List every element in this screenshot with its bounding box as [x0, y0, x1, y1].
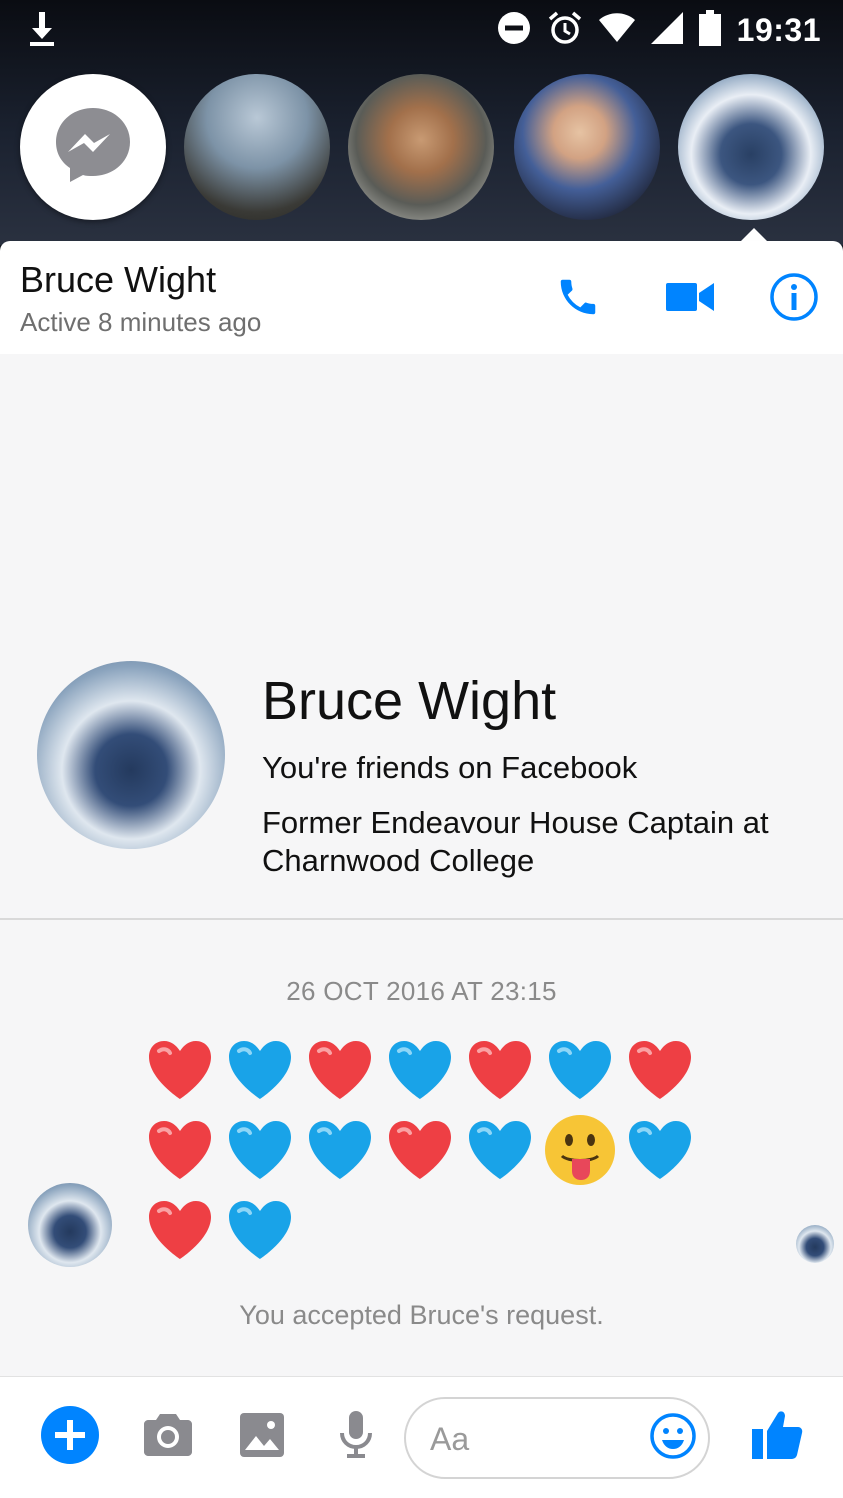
red-heart-emoji: [140, 1190, 220, 1270]
red-heart-emoji: [140, 1110, 220, 1190]
alarm-icon: [547, 10, 583, 51]
tongue-face-emoji: [540, 1110, 620, 1190]
do-not-disturb-icon: [497, 11, 531, 50]
chat-head-bruce-wight[interactable]: [678, 74, 824, 220]
download-icon: [28, 12, 56, 51]
read-receipt-avatar: [796, 1225, 834, 1263]
chat-head-contact-1[interactable]: [184, 74, 330, 220]
message-composer: [0, 1376, 843, 1498]
red-heart-emoji: [140, 1030, 220, 1110]
video-call-button[interactable]: [662, 271, 718, 327]
blue-heart-emoji: [380, 1030, 460, 1110]
messenger-chat-head[interactable]: [20, 74, 166, 220]
profile-name: Bruce Wight: [262, 671, 557, 731]
more-actions-button[interactable]: [40, 1405, 100, 1469]
message-timestamp: 26 OCT 2016 AT 23:15: [286, 976, 557, 1006]
blue-heart-emoji: [620, 1110, 700, 1190]
chat-head-contact-3[interactable]: [514, 74, 660, 220]
chat-heads: [0, 74, 843, 224]
profile-avatar[interactable]: [37, 661, 225, 849]
status-bar: 19:31: [0, 0, 843, 62]
message-input[interactable]: [430, 1413, 630, 1465]
emoji-message[interactable]: [140, 1030, 700, 1270]
voice-call-button[interactable]: [550, 271, 606, 327]
profile-work: Former Endeavour House Captain at Charnw…: [262, 805, 769, 878]
sender-avatar[interactable]: [28, 1183, 112, 1267]
blue-heart-emoji: [220, 1190, 300, 1270]
emoji-row: [140, 1110, 700, 1190]
emoji-button[interactable]: [646, 1411, 700, 1465]
video-camera-icon: [666, 280, 714, 319]
gallery-icon: [240, 1412, 284, 1462]
friendship-status: You're friends on Facebook: [262, 750, 638, 785]
emoji-row: [140, 1190, 700, 1270]
message-input-container[interactable]: [404, 1397, 710, 1479]
red-heart-emoji: [380, 1110, 460, 1190]
contact-name: Bruce Wight: [20, 259, 217, 300]
system-message: You accepted Bruce's request.: [239, 1300, 604, 1330]
conversation-header: Bruce Wight Active 8 minutes ago: [0, 241, 843, 354]
camera-button[interactable]: [138, 1407, 198, 1467]
conversation-area[interactable]: Bruce Wight You're friends on Facebook F…: [0, 354, 843, 1376]
profile-card: Bruce Wight You're friends on Facebook F…: [0, 354, 843, 920]
chat-head-contact-2[interactable]: [348, 74, 494, 220]
like-button[interactable]: [746, 1407, 810, 1467]
voice-message-button[interactable]: [326, 1407, 386, 1467]
messenger-icon: [50, 102, 136, 193]
blue-heart-emoji: [220, 1110, 300, 1190]
blue-heart-emoji: [540, 1030, 620, 1110]
red-heart-emoji: [620, 1030, 700, 1110]
red-heart-emoji: [300, 1030, 380, 1110]
red-heart-emoji: [460, 1030, 540, 1110]
camera-icon: [144, 1413, 192, 1461]
gallery-button[interactable]: [232, 1407, 292, 1467]
phone-icon: [555, 274, 601, 325]
conversation-info-button[interactable]: [766, 271, 822, 327]
plus-icon: [41, 1405, 99, 1469]
contact-active-status: Active 8 minutes ago: [20, 307, 262, 337]
blue-heart-emoji: [220, 1030, 300, 1110]
emoji-row: [140, 1030, 700, 1110]
emoji-icon: [649, 1412, 697, 1465]
status-time: 19:31: [736, 11, 821, 48]
signal-icon: [650, 11, 683, 49]
wifi-icon: [598, 12, 635, 48]
microphone-icon: [339, 1410, 373, 1464]
battery-icon: [698, 9, 721, 51]
thumbs-up-icon: [752, 1409, 804, 1466]
blue-heart-emoji: [300, 1110, 380, 1190]
info-icon: [769, 272, 819, 327]
blue-heart-emoji: [460, 1110, 540, 1190]
active-chat-caret: [740, 228, 768, 242]
